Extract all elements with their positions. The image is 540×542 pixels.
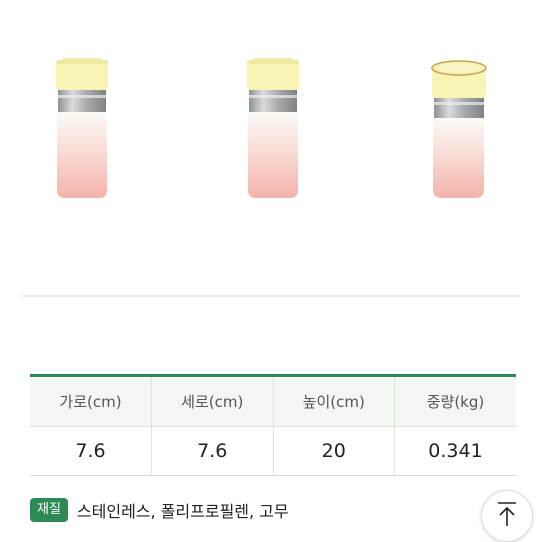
spec-header-depth: 세로(cm): [151, 374, 273, 427]
spec-value-height: 20: [272, 426, 395, 476]
spec-value-depth: 7.6: [151, 426, 273, 476]
spec-header-row: 가로(cm) 세로(cm) 높이(cm) 중량(kg): [30, 374, 516, 427]
material-badge: 재질: [30, 498, 68, 522]
spec-table: 가로(cm) 세로(cm) 높이(cm) 중량(kg) 7.6 7.6 20 0…: [30, 374, 516, 476]
bottle-image-angled: [428, 50, 490, 202]
spec-header-height: 높이(cm): [272, 374, 395, 427]
spec-value-weight: 0.341: [394, 426, 516, 476]
material-row: 재질 스테인레스, 폴리프로필렌, 고무: [30, 496, 289, 524]
spec-header-width: 가로(cm): [30, 374, 152, 427]
bottle-image-front: [243, 50, 303, 200]
arrow-up-to-top-icon: [495, 500, 519, 532]
spec-value-width: 7.6: [30, 426, 152, 476]
scroll-to-top-button[interactable]: [481, 490, 533, 542]
spec-value-row: 7.6 7.6 20 0.341: [30, 426, 516, 476]
material-text: 스테인레스, 폴리프로필렌, 고무: [76, 502, 289, 521]
product-images: [0, 0, 540, 260]
bottle-image-front: [52, 50, 112, 200]
spec-header-weight: 중량(kg): [394, 374, 516, 427]
section-divider: [22, 295, 520, 297]
